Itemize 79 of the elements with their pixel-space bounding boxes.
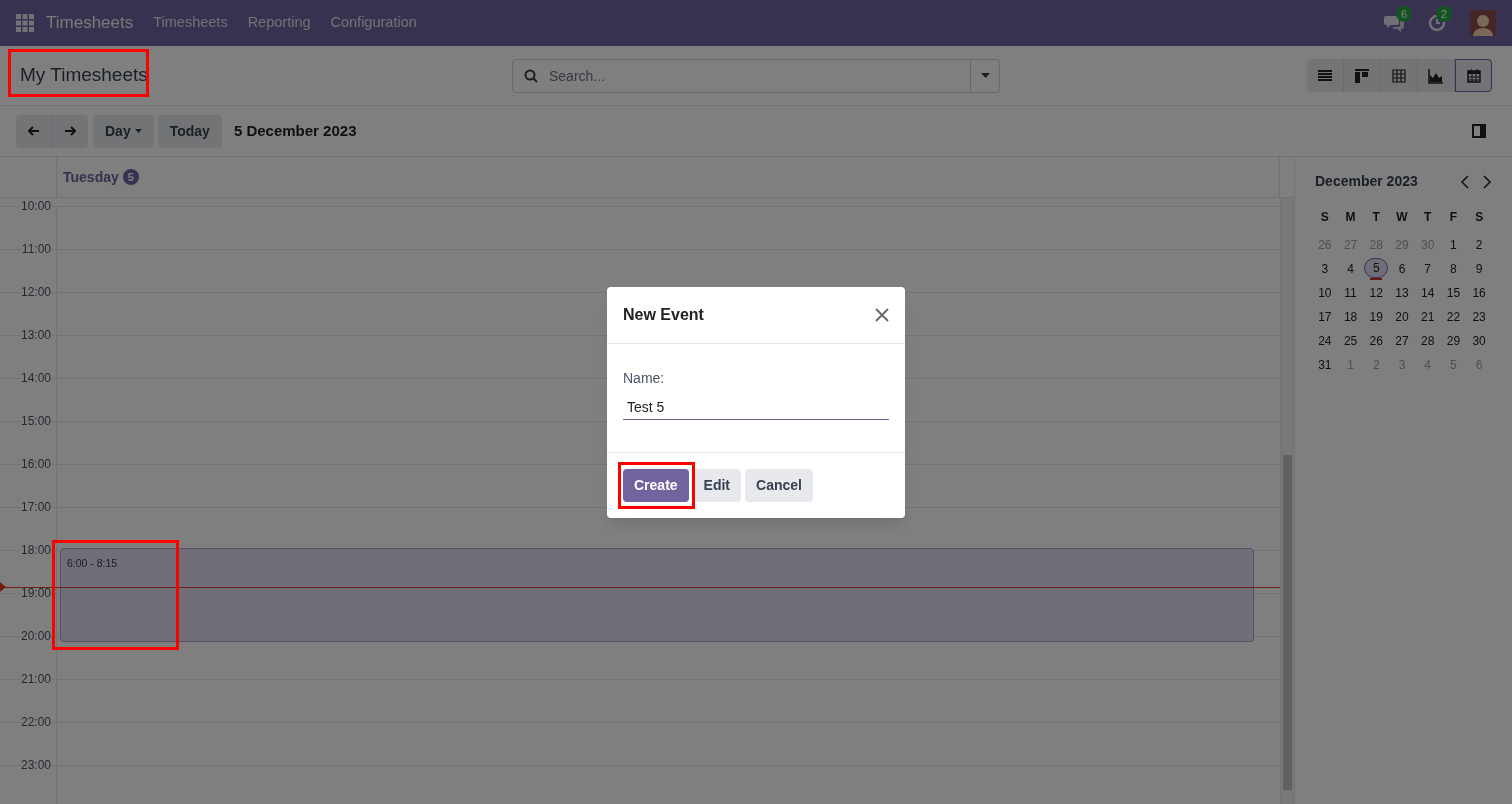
- calendar-day[interactable]: 28: [1415, 330, 1440, 352]
- search-field[interactable]: Search...: [512, 58, 971, 93]
- calendar-day[interactable]: 18: [1338, 306, 1363, 328]
- caret-icon: [134, 129, 142, 133]
- field-label: Name:: [623, 369, 666, 388]
- message-count-badge: 6: [1396, 6, 1413, 22]
- scrollbar[interactable]: [1280, 198, 1294, 804]
- dialog-button[interactable]: Cancel: [745, 468, 813, 502]
- calendar-day[interactable]: 10: [1312, 282, 1337, 304]
- kanban-icon: [1354, 67, 1370, 84]
- current-time-marker-icon: [0, 582, 6, 592]
- calendar-icon: [1465, 67, 1482, 84]
- calendar-day[interactable]: 3: [1312, 258, 1337, 280]
- name-input[interactable]: Test 5: [623, 395, 889, 420]
- calendar-day[interactable]: 13: [1390, 282, 1414, 304]
- calendar-day[interactable]: 22: [1441, 306, 1466, 328]
- day-number-badge: 5: [122, 169, 139, 185]
- calendar-day[interactable]: 31: [1312, 354, 1337, 376]
- previous-month-icon[interactable]: [1460, 174, 1470, 189]
- dialog-title: New Event: [623, 305, 704, 325]
- calendar-day[interactable]: 30: [1467, 330, 1492, 352]
- next-month-icon[interactable]: [1482, 174, 1492, 189]
- weekday-label: M: [1344, 209, 1357, 226]
- pivot-icon: [1391, 67, 1407, 84]
- next-button[interactable]: [52, 114, 88, 148]
- search-icon: [524, 68, 538, 83]
- calendar-day[interactable]: 25: [1338, 330, 1363, 352]
- sidebar-toggle-icon[interactable]: [1472, 124, 1486, 138]
- scale-dropdown[interactable]: Day: [93, 114, 154, 148]
- dialog-button[interactable]: Create: [623, 468, 689, 502]
- left-arrow-icon: [27, 126, 40, 136]
- weekday-label: S: [1474, 209, 1485, 226]
- user-avatar[interactable]: [1470, 10, 1496, 36]
- calendar-day[interactable]: 26: [1364, 330, 1389, 352]
- calendar-day[interactable]: 17: [1312, 306, 1337, 328]
- calendar-day[interactable]: 27: [1390, 330, 1414, 352]
- calendar-day[interactable]: 12: [1364, 282, 1389, 304]
- current-date-label: 5 December 2023: [233, 120, 357, 141]
- app-name-link[interactable]: Timesheets: [46, 10, 134, 36]
- month-title: December 2023: [1315, 172, 1418, 191]
- calendar-day[interactable]: 1: [1441, 234, 1466, 256]
- calendar-day[interactable]: 6: [1390, 258, 1414, 280]
- list-icon: [1317, 67, 1333, 84]
- weekday-label: T: [1423, 209, 1433, 226]
- apps-grid-icon[interactable]: [16, 14, 34, 32]
- calendar-day[interactable]: 5: [1364, 258, 1389, 279]
- calendar-day[interactable]: 21: [1415, 306, 1440, 328]
- close-icon[interactable]: [875, 308, 889, 322]
- calendar-day[interactable]: 11: [1338, 282, 1363, 304]
- calendar-day[interactable]: 16: [1467, 282, 1492, 304]
- graph-icon: [1428, 67, 1444, 84]
- calendar-day[interactable]: 2: [1467, 234, 1492, 256]
- activity-count-badge: 2: [1436, 6, 1453, 22]
- calendar-day[interactable]: 19: [1364, 306, 1389, 328]
- right-arrow-icon: [64, 126, 76, 136]
- event-time: 6:00 - 8:15: [67, 557, 118, 569]
- previous-button[interactable]: [16, 114, 52, 148]
- calendar-day[interactable]: 20: [1390, 306, 1414, 328]
- calendar-day[interactable]: 15: [1441, 282, 1466, 304]
- dialog-button[interactable]: Edit: [692, 468, 742, 502]
- calendar-day[interactable]: 7: [1415, 258, 1440, 280]
- today-button[interactable]: Today: [157, 114, 222, 148]
- calendar-day[interactable]: 9: [1467, 258, 1492, 280]
- calendar-day[interactable]: 14: [1415, 282, 1440, 304]
- search-options-toggle[interactable]: [971, 58, 1000, 93]
- weekday-label: F: [1448, 209, 1459, 226]
- calendar-view-button[interactable]: [1455, 59, 1492, 92]
- calendar-day[interactable]: 8: [1441, 258, 1466, 280]
- weekday-label: W: [1395, 209, 1409, 226]
- caret-icon: [980, 73, 990, 78]
- calendar-day[interactable]: 23: [1467, 306, 1492, 328]
- calendar-day[interactable]: 29: [1441, 330, 1466, 352]
- weekday-label: S: [1319, 209, 1330, 226]
- calendar-day[interactable]: 4: [1338, 258, 1363, 280]
- calendar-day[interactable]: 24: [1312, 330, 1337, 352]
- calendar-event[interactable]: 6:00 - 8:15: [60, 548, 1254, 642]
- day-heading: Tuesday: [63, 167, 119, 187]
- weekday-label: T: [1371, 209, 1381, 226]
- page-title: My Timesheets: [20, 64, 148, 86]
